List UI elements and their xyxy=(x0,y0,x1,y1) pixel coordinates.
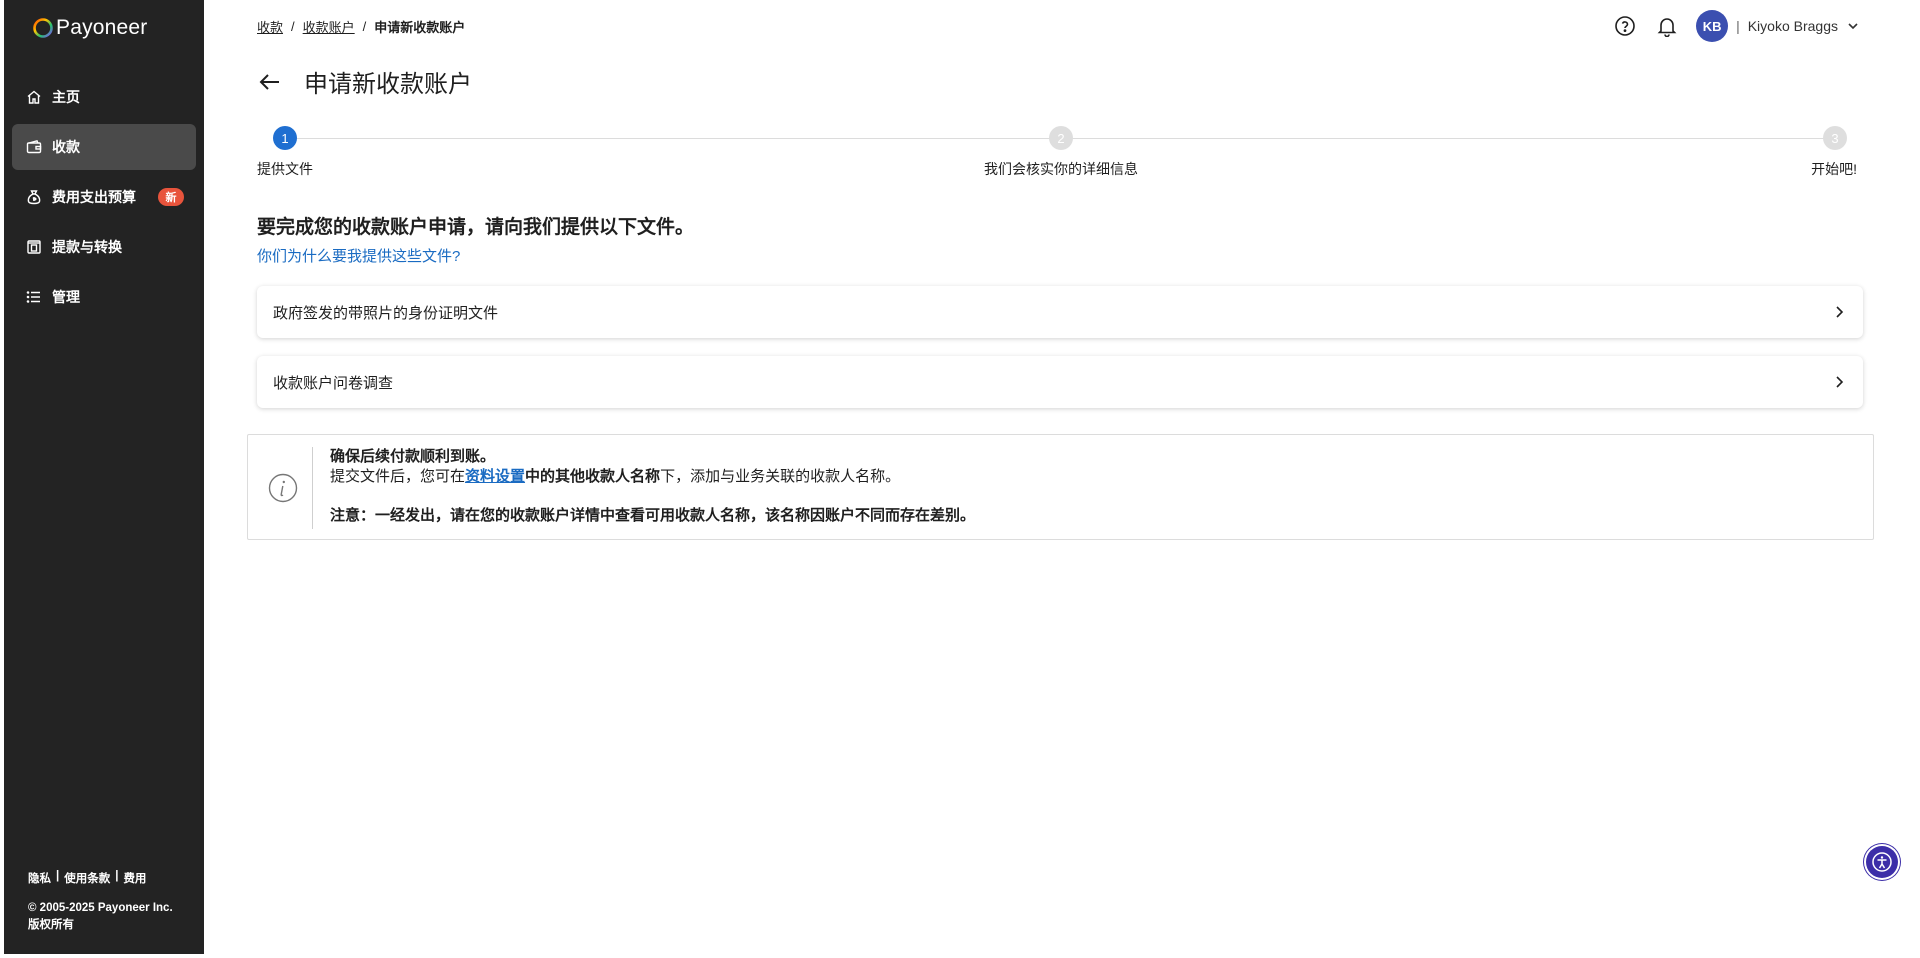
info-line-mid: 中的 xyxy=(525,468,556,485)
document-card-id[interactable]: 政府签发的带照片的身份证明文件 xyxy=(257,286,1863,338)
page-title: 申请新收款账户 xyxy=(304,71,472,98)
withdraw-icon xyxy=(26,239,42,255)
bell-icon[interactable] xyxy=(1654,13,1680,39)
stepper: 1 提供文件 2 我们会核实你的详细信息 3 开始吧! xyxy=(257,126,1857,182)
info-line-suffix: 下，添加与业务关联的收款人名称。 xyxy=(660,468,901,485)
sidebar-item-label: 主页 xyxy=(52,89,80,105)
sidebar-item-receive[interactable]: 收款 xyxy=(12,124,196,170)
user-menu[interactable]: KB | Kiyoko Braggs xyxy=(1696,10,1860,42)
app-root: Payoneer 主页 收款 费用支出预算 新 提款与转换 管理 隐私 | 使用… xyxy=(0,0,1920,958)
info-line: 提交文件后，您可在资料设置中的其他收款人名称下，添加与业务关联的收款人名称。 xyxy=(330,467,975,487)
page-header: 申请新收款账户 xyxy=(256,64,472,99)
chevron-down-icon xyxy=(1848,23,1858,30)
chevron-right-icon xyxy=(1836,376,1844,388)
step-3: 3 开始吧! xyxy=(1811,126,1857,179)
header-actions: KB | Kiyoko Braggs xyxy=(1612,10,1860,42)
info-line-prefix: 提交文件后，您可在 xyxy=(330,468,466,485)
sidebar-footer: 隐私 | 使用条款 | 费用 © 2005-2025 Payoneer Inc.… xyxy=(28,870,173,934)
breadcrumb-current: 申请新收款账户 xyxy=(374,20,466,35)
intro-section: 要完成您的收款账户申请，请向我们提供以下文件。 你们为什么要我提供这些文件? xyxy=(257,212,694,266)
rights-reserved: 版权所有 xyxy=(28,919,74,931)
sidebar-item-expense-budget[interactable]: 费用支出预算 新 xyxy=(12,174,196,220)
chevron-right-icon xyxy=(1836,306,1844,318)
step-number: 2 xyxy=(1049,126,1073,150)
sidebar-item-manage[interactable]: 管理 xyxy=(12,274,196,320)
step-number: 3 xyxy=(1823,126,1847,150)
info-box: 确保后续付款顺利到账。 提交文件后，您可在资料设置中的其他收款人名称下，添加与业… xyxy=(247,434,1874,540)
wallet-icon xyxy=(26,139,42,155)
money-bag-icon xyxy=(26,189,42,205)
info-note: 注意：一经发出，请在您的收款账户详情中查看可用收款人名称，该名称因账户不同而存在… xyxy=(330,507,976,524)
step-label: 提供文件 xyxy=(257,161,313,177)
sidebar: Payoneer 主页 收款 费用支出预算 新 提款与转换 管理 隐私 | 使用… xyxy=(4,0,204,954)
payoneer-ring-icon xyxy=(33,18,53,38)
footer-links: 隐私 | 使用条款 | 费用 xyxy=(28,870,173,886)
sidebar-item-label: 收款 xyxy=(52,139,80,155)
copyright: © 2005-2025 Payoneer Inc. xyxy=(28,902,173,914)
sidebar-nav: 主页 收款 费用支出预算 新 提款与转换 管理 xyxy=(4,74,204,324)
user-name: Kiyoko Braggs xyxy=(1747,18,1838,34)
list-icon xyxy=(26,289,42,305)
accessibility-button[interactable] xyxy=(1866,846,1898,878)
card-label: 政府签发的带照片的身份证明文件 xyxy=(273,304,499,322)
step-label: 我们会核实你的详细信息 xyxy=(984,161,1138,177)
back-arrow-icon[interactable] xyxy=(256,68,284,96)
sidebar-item-home[interactable]: 主页 xyxy=(12,74,196,120)
step-2: 2 我们会核实你的详细信息 xyxy=(984,126,1138,179)
user-separator: | xyxy=(1736,18,1740,34)
fees-link[interactable]: 费用 xyxy=(123,870,146,886)
info-text: 确保后续付款顺利到账。 提交文件后，您可在资料设置中的其他收款人名称下，添加与业… xyxy=(330,447,975,526)
breadcrumb-separator: / xyxy=(291,19,295,34)
privacy-link[interactable]: 隐私 xyxy=(28,870,51,886)
step-1: 1 提供文件 xyxy=(257,126,313,179)
new-badge: 新 xyxy=(158,188,184,206)
card-label: 收款账户问卷调查 xyxy=(273,374,394,392)
sidebar-item-label: 提款与转换 xyxy=(52,239,122,255)
breadcrumb-receiving-accounts-link[interactable]: 收款账户 xyxy=(303,17,355,36)
accessibility-icon xyxy=(1872,852,1892,872)
info-divider xyxy=(312,447,313,529)
intro-heading: 要完成您的收款账户申请，请向我们提供以下文件。 xyxy=(257,217,695,238)
breadcrumb-receive-link[interactable]: 收款 xyxy=(257,17,283,36)
help-icon[interactable] xyxy=(1612,13,1638,39)
profile-settings-link[interactable]: 资料设置 xyxy=(465,468,525,485)
why-documents-link[interactable]: 你们为什么要我提供这些文件? xyxy=(257,245,694,266)
home-icon xyxy=(26,89,42,105)
avatar: KB xyxy=(1696,10,1729,42)
step-label: 开始吧! xyxy=(1811,161,1857,177)
sidebar-item-withdraw[interactable]: 提款与转换 xyxy=(12,224,196,270)
payoneer-logo[interactable]: Payoneer xyxy=(32,13,148,43)
breadcrumb: 收款 / 收款账户 / 申请新收款账户 xyxy=(257,17,465,36)
info-line-bold: 其他收款人名称 xyxy=(555,468,661,485)
terms-link[interactable]: 使用条款 xyxy=(64,870,110,886)
logo-text: Payoneer xyxy=(56,16,148,39)
sidebar-item-label: 费用支出预算 xyxy=(52,189,136,205)
breadcrumb-separator: / xyxy=(362,19,367,34)
info-icon xyxy=(268,473,298,503)
footer-separator: | xyxy=(115,870,119,882)
footer-separator: | xyxy=(56,870,60,882)
info-title: 确保后续付款顺利到账。 xyxy=(330,448,496,465)
document-card-questionnaire[interactable]: 收款账户问卷调查 xyxy=(257,356,1863,408)
step-number: 1 xyxy=(273,126,297,150)
sidebar-item-label: 管理 xyxy=(52,289,80,305)
